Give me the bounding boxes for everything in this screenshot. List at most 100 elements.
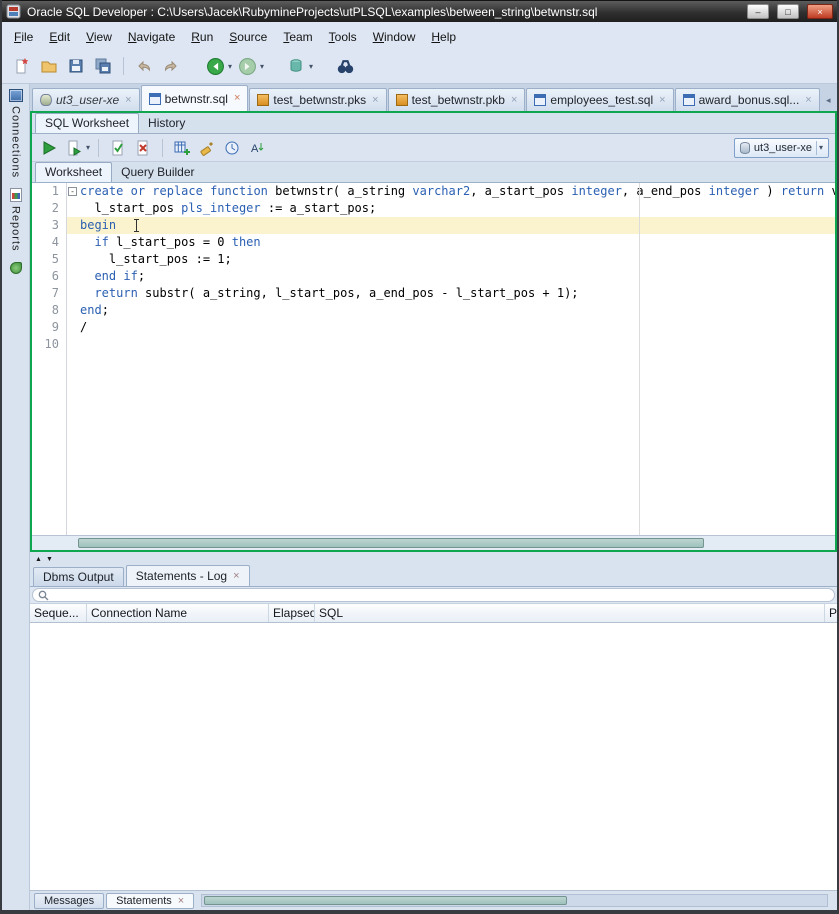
log-horizontal-scrollbar[interactable] [201,894,828,907]
line-number: 4 [32,234,66,251]
log-search-box[interactable] [32,588,835,602]
collapse-up-icon[interactable]: ▲ [35,556,42,563]
connection-selector[interactable]: ut3_user-xe ▾ [734,138,829,158]
code-editor[interactable]: 1-create or replace function betwnstr( a… [32,183,835,535]
title-bar[interactable]: Oracle SQL Developer : C:\Users\Jacek\Ru… [2,0,837,22]
connection-dropdown-icon[interactable]: ▾ [819,143,823,152]
editor-line[interactable]: 4 if l_start_pos = 0 then [32,234,835,251]
collapse-down-icon[interactable]: ▼ [46,556,53,563]
sql-file-icon [534,94,546,106]
editor-line[interactable]: 10 [32,336,835,353]
log-search-input[interactable] [53,590,829,601]
sidebar-tab-connections[interactable]: Connections [9,89,23,178]
editor-horizontal-scrollbar[interactable] [32,535,835,550]
close-tab-icon[interactable]: × [233,570,239,582]
package-icon [396,94,408,106]
open-button[interactable] [37,54,61,78]
editor-line[interactable]: 6 end if; [32,268,835,285]
editor-line[interactable]: 5 l_start_pos := 1; [32,251,835,268]
tab-query-builder[interactable]: Query Builder [112,163,203,182]
save-all-button[interactable] [91,54,115,78]
editor-line[interactable]: 3begin [32,217,835,234]
editor-line[interactable]: 7 return substr( a_string, l_start_pos, … [32,285,835,302]
close-tab-icon[interactable]: × [372,95,378,106]
file-tab-test-betwnstr-pkb[interactable]: test_betwnstr.pkb× [388,88,526,111]
close-tab-icon[interactable]: × [125,95,131,106]
column-header-seque-[interactable]: Seque... [30,604,87,622]
file-tab-betwnstr-sql[interactable]: betwnstr.sql× [141,85,249,111]
file-tab-ut3-user-xe[interactable]: ut3_user-xe× [32,88,140,111]
tab-sql-worksheet[interactable]: SQL Worksheet [35,113,139,133]
forward-button[interactable] [235,54,259,78]
menu-window[interactable]: Window [365,26,424,48]
column-header-pa[interactable]: Pa [825,604,837,622]
autotrace-button[interactable] [221,137,243,159]
rollback-button[interactable] [132,137,154,159]
file-tab-employees-test-sql[interactable]: employees_test.sql× [526,88,673,111]
log-tab-statements-log[interactable]: Statements - Log× [126,565,250,586]
editor-line[interactable]: 1-create or replace function betwnstr( a… [32,183,835,200]
code-text: end; [80,302,109,319]
back-dropdown-icon[interactable]: ▾ [228,62,232,71]
menu-team[interactable]: Team [275,26,320,48]
line-number: 9 [32,319,66,336]
editor-line[interactable]: 8end; [32,302,835,319]
connections-button[interactable] [284,54,308,78]
run-script-button[interactable] [63,137,85,159]
code-text: begin [80,217,116,234]
unshared-worksheet-button[interactable] [171,137,193,159]
close-tab-icon[interactable]: × [178,895,184,907]
tab-history[interactable]: History [139,114,194,133]
clear-button[interactable] [196,137,218,159]
close-tab-icon[interactable]: × [234,93,240,104]
close-tab-icon[interactable]: × [511,95,517,106]
undo-button[interactable] [132,54,156,78]
menu-run[interactable]: Run [183,26,221,48]
scroll-tabs-left-icon[interactable]: ◂ [821,93,836,108]
sidebar-tab-reports[interactable]: Reports [10,188,22,252]
editor-line[interactable]: 2 l_start_pos pls_integer := a_start_pos… [32,200,835,217]
back-button[interactable] [203,54,227,78]
editor-line[interactable]: 9/ [32,319,835,336]
navigator-extra-icon[interactable] [10,262,22,274]
search-button[interactable] [333,54,357,78]
close-tab-icon[interactable]: × [805,95,811,106]
menu-source[interactable]: Source [221,26,275,48]
run-statement-button[interactable] [38,137,60,159]
menu-help[interactable]: Help [423,26,464,48]
connections-dropdown-icon[interactable]: ▾ [309,62,313,71]
run-script-dropdown-icon[interactable]: ▾ [86,143,90,152]
log-table-body[interactable] [30,623,837,890]
panel-splitter[interactable]: ▲ ▼ [30,552,837,566]
fold-collapse-icon[interactable]: - [68,187,77,196]
minimize-button[interactable]: – [747,4,769,19]
file-tab-award-bonus-sql-[interactable]: award_bonus.sql...× [675,88,820,111]
new-file-button[interactable] [10,54,34,78]
close-tab-icon[interactable]: × [659,95,665,106]
footer-tab-messages[interactable]: Messages [34,893,104,909]
sql-file-icon [149,93,161,105]
forward-icon [238,57,257,76]
close-button[interactable]: × [807,4,833,19]
footer-tab-statements[interactable]: Statements× [106,893,194,909]
editor-scrollbar-thumb[interactable] [78,538,704,548]
commit-button[interactable] [107,137,129,159]
redo-button[interactable] [159,54,183,78]
column-header-elapsed[interactable]: Elapsed [269,604,315,622]
save-button[interactable] [64,54,88,78]
log-scrollbar-thumb[interactable] [204,896,566,905]
main-area: Connections Reports ut3_user-xe×betwnstr… [2,84,837,910]
menu-navigate[interactable]: Navigate [120,26,183,48]
maximize-button[interactable]: □ [777,4,799,19]
log-tab-dbms-output[interactable]: Dbms Output [33,567,124,586]
menu-view[interactable]: View [78,26,120,48]
menu-tools[interactable]: Tools [321,26,365,48]
tab-worksheet[interactable]: Worksheet [35,162,112,182]
menu-edit[interactable]: Edit [41,26,78,48]
format-case-button[interactable]: A [246,137,268,159]
forward-dropdown-icon[interactable]: ▾ [260,62,264,71]
column-header-sql[interactable]: SQL [315,604,825,622]
menu-file[interactable]: File [6,26,41,48]
file-tab-test-betwnstr-pks[interactable]: test_betwnstr.pks× [249,88,386,111]
column-header-connection-name[interactable]: Connection Name [87,604,269,622]
